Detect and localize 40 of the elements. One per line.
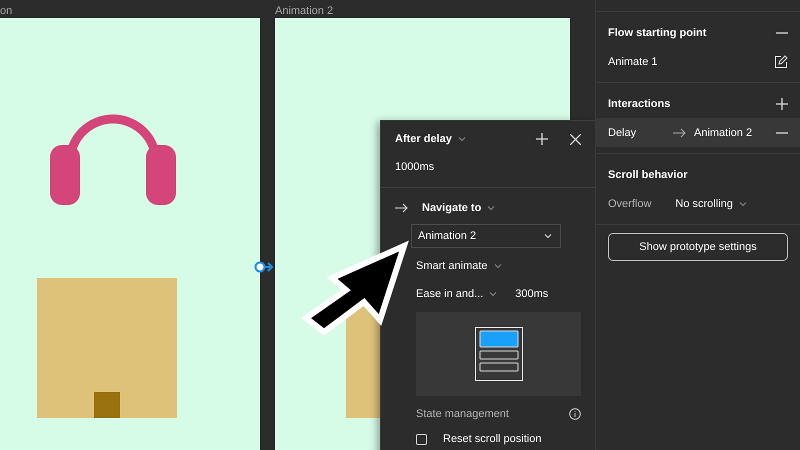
plus-icon[interactable] [536, 133, 548, 145]
duration-value[interactable]: 300ms [515, 288, 548, 300]
interaction-trigger: Delay [608, 126, 638, 138]
plus-icon[interactable] [776, 98, 788, 110]
caret-icon [738, 200, 747, 206]
close-icon[interactable] [570, 134, 581, 144]
easing-dropdown[interactable]: Ease in and... [416, 288, 484, 300]
action-dropdown[interactable]: Navigate to [422, 202, 482, 214]
edit-icon[interactable] [774, 54, 788, 68]
caret-icon [544, 233, 552, 239]
destination-dropdown[interactable]: Animation 2 [411, 224, 561, 248]
trigger-dropdown[interactable]: After delay [395, 133, 452, 145]
checkbox-label: Reset scroll position [443, 433, 542, 445]
field-label: Overflow [608, 198, 652, 210]
caret-icon [487, 205, 496, 211]
minus-icon[interactable] [776, 32, 788, 34]
settings-button[interactable]: Show prototype settings [608, 233, 788, 261]
flow-name[interactable]: Animate 1 [608, 56, 774, 68]
interaction-destination: Animation 2 [694, 126, 754, 138]
caret-icon [494, 263, 502, 269]
small-square-shape [94, 392, 120, 418]
animation-dropdown[interactable]: Smart animate [416, 260, 488, 272]
arrow-right-icon [395, 203, 408, 213]
frame-label[interactable]: Animation 2 [275, 5, 334, 17]
frame-label[interactable]: on [0, 5, 12, 17]
section-title: Interactions [608, 98, 672, 110]
connector-icon [254, 261, 274, 273]
device-screen-icon [474, 327, 522, 381]
overflow-dropdown[interactable]: No scrolling [675, 198, 733, 210]
interaction-row[interactable]: Delay Animation 2 [596, 118, 800, 147]
section-title: Scroll behavior [608, 168, 688, 180]
section-title: Flow starting point [608, 26, 708, 38]
checkbox[interactable] [416, 434, 427, 444]
minus-icon[interactable] [776, 132, 788, 134]
section-title: State management [416, 408, 510, 420]
caret-icon [489, 291, 498, 297]
caret-icon [458, 136, 466, 142]
arrow-right-icon [673, 128, 686, 138]
info-icon[interactable] [569, 408, 581, 420]
delay-value[interactable]: 1000ms [395, 161, 434, 173]
